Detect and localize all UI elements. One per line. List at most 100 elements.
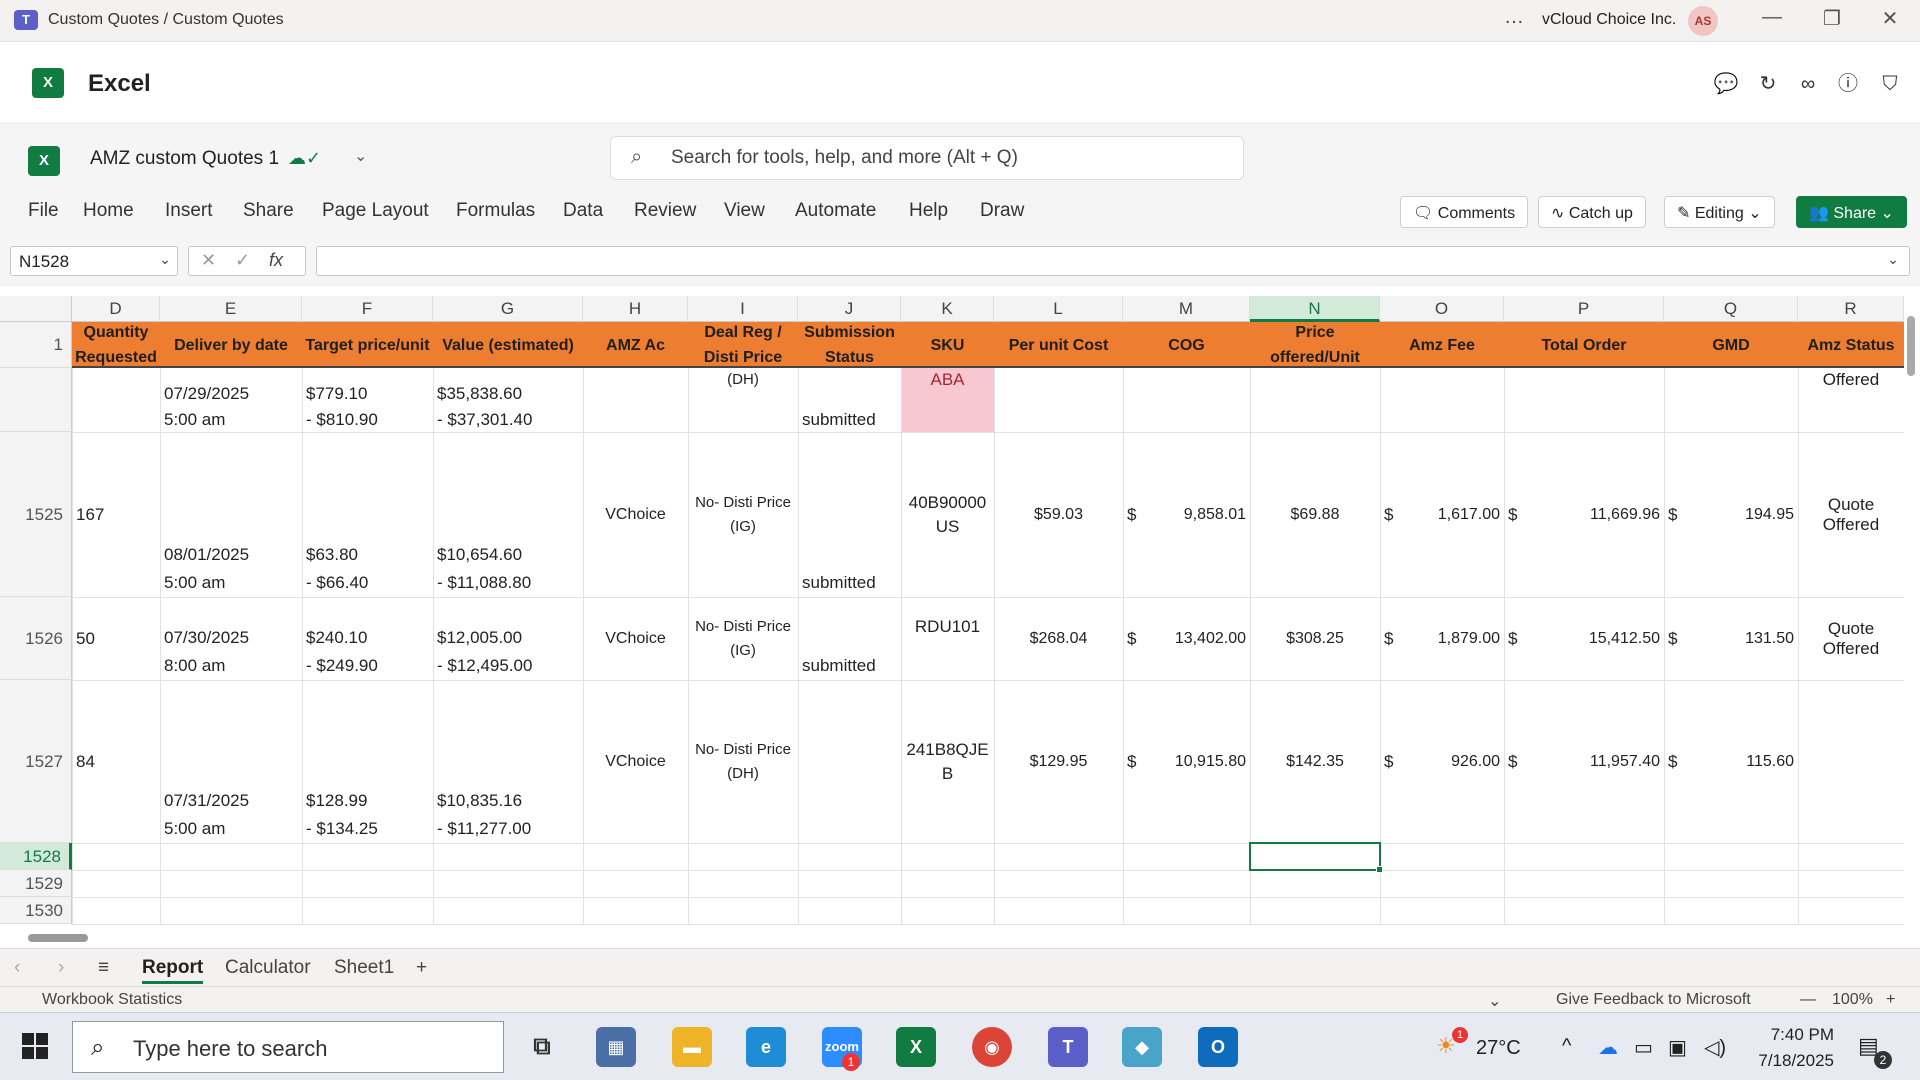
amz-account[interactable]: VChoice	[587, 503, 684, 527]
link-icon[interactable]: ∞	[1794, 70, 1822, 98]
header-cell-g[interactable]: Value (estimated)	[433, 322, 583, 368]
teams-taskbar-icon[interactable]: T	[1048, 1027, 1088, 1067]
menu-page-layout[interactable]: Page Layout	[322, 200, 429, 222]
sku[interactable]: 241B8QJE	[905, 738, 990, 762]
header-cell-d[interactable]: Quantity Requested	[72, 322, 160, 368]
sku[interactable]: 40B90000	[905, 491, 990, 515]
column-header-k[interactable]: K	[901, 296, 994, 322]
quantity[interactable]: 84	[76, 750, 156, 774]
catch-up-button[interactable]: ∿ Catch up	[1538, 196, 1646, 228]
comments-button[interactable]: 🗨 Comments	[1400, 196, 1529, 228]
sku-suffix[interactable]: B	[905, 762, 990, 786]
deliver-time[interactable]: 5:00 am	[164, 571, 298, 595]
row-header[interactable]: 1530	[0, 897, 72, 924]
value-low[interactable]: $10,654.60	[437, 543, 579, 567]
row-header[interactable]: 1528	[0, 843, 72, 870]
unit-cost[interactable]: $268.04	[998, 627, 1119, 651]
chevron-down-icon[interactable]: ⌄	[159, 251, 171, 268]
target-price-low[interactable]: $240.10	[306, 626, 429, 650]
target-price-high[interactable]: - $810.90	[306, 408, 429, 432]
target-price-high[interactable]: - $249.90	[306, 654, 429, 678]
deliver-date[interactable]: 07/31/2025	[164, 789, 298, 813]
value-low[interactable]: $35,838.60	[437, 382, 579, 406]
vertical-scrollbar[interactable]	[1904, 286, 1918, 936]
task-view-icon[interactable]: ⧉	[522, 1027, 562, 1067]
sku[interactable]: RDU101	[905, 615, 990, 639]
prev-sheet-icon[interactable]: ‹	[14, 957, 20, 979]
value-high[interactable]: - $37,301.40	[437, 408, 579, 432]
share-button[interactable]: 👥 Share ⌄	[1796, 196, 1907, 228]
taskbar-search[interactable]: ⌕ Type here to search	[72, 1021, 504, 1073]
excel-taskbar-icon[interactable]: X	[896, 1027, 936, 1067]
menu-formulas[interactable]: Formulas	[456, 200, 535, 222]
deliver-time[interactable]: 5:00 am	[164, 817, 298, 841]
unit-cost[interactable]: $59.03	[998, 503, 1119, 527]
header-cell-j[interactable]: Submission Status	[798, 322, 901, 368]
fill-handle[interactable]	[1376, 866, 1383, 873]
price-offered[interactable]: $308.25	[1254, 627, 1376, 651]
total-order[interactable]: 15,412.50	[1508, 627, 1660, 651]
price-offered[interactable]: $69.88	[1254, 503, 1376, 527]
amz-fee[interactable]: 1,617.00	[1384, 503, 1500, 527]
amz-status-detail[interactable]: Offered	[1802, 637, 1900, 661]
menu-review[interactable]: Review	[634, 200, 696, 222]
column-header-n[interactable]: N	[1250, 296, 1380, 322]
gmd[interactable]: 115.60	[1668, 750, 1794, 774]
amz-status[interactable]: Offered	[1802, 368, 1900, 392]
amz-status-detail[interactable]	[1802, 760, 1900, 784]
target-price-high[interactable]: - $134.25	[306, 817, 429, 841]
tab-calculator[interactable]: Calculator	[225, 957, 311, 979]
calculator-app-icon[interactable]: ▦	[596, 1027, 636, 1067]
refresh-icon[interactable]: ↻	[1754, 70, 1782, 98]
windows-start-icon[interactable]	[22, 1033, 48, 1059]
cog[interactable]: 13,402.00	[1127, 627, 1246, 651]
header-cell-r[interactable]: Amz Status	[1798, 322, 1904, 368]
formula-input[interactable]: ⌄	[316, 246, 1910, 276]
search-box[interactable]: ⌕	[610, 136, 1244, 180]
target-price-low[interactable]: $779.10	[306, 382, 429, 406]
header-cell-p[interactable]: Total Order	[1504, 322, 1664, 368]
deal-reg[interactable]: No- Disti Price	[692, 738, 794, 762]
column-header-h[interactable]: H	[583, 296, 688, 322]
restore-icon[interactable]: ❐	[1812, 6, 1852, 31]
header-cell-k[interactable]: SKU	[901, 322, 994, 368]
row-header[interactable]: 1527	[0, 680, 72, 843]
value-high[interactable]: - $12,495.00	[437, 654, 579, 678]
value-low[interactable]: $12,005.00	[437, 626, 579, 650]
clock-date[interactable]: 7/18/2025	[1754, 1051, 1834, 1071]
info-icon[interactable]: ⓘ	[1834, 70, 1862, 98]
edge-browser-icon[interactable]: e	[746, 1027, 786, 1067]
column-header-p[interactable]: P	[1504, 296, 1664, 322]
close-icon[interactable]: ✕	[1870, 6, 1910, 31]
row-header[interactable]: 1526	[0, 597, 72, 680]
menu-home[interactable]: Home	[83, 200, 134, 222]
column-header-e[interactable]: E	[160, 296, 302, 322]
row-header[interactable]	[0, 368, 72, 432]
menu-automate[interactable]: Automate	[795, 200, 876, 222]
header-cell-n[interactable]: Price offered/Unit	[1250, 322, 1380, 368]
editing-mode-button[interactable]: ✎ Editing ⌄	[1664, 196, 1775, 228]
submission-status[interactable]: submitted	[802, 654, 897, 678]
clock-time[interactable]: 7:40 PM	[1754, 1025, 1834, 1045]
menu-insert[interactable]: Insert	[165, 200, 213, 222]
amz-account[interactable]: VChoice	[587, 750, 684, 774]
deliver-date[interactable]: 07/29/2025	[164, 382, 298, 406]
zoom-in-icon[interactable]: +	[1886, 991, 1895, 1009]
expand-formula-icon[interactable]: ⌄	[1887, 251, 1899, 268]
horizontal-scrollbar[interactable]	[0, 928, 1904, 948]
enter-icon[interactable]: ✓	[235, 250, 250, 271]
price-offered[interactable]: $142.35	[1254, 750, 1376, 774]
header-cell-i[interactable]: Deal Reg / Disti Price	[688, 322, 798, 368]
header-cell-f[interactable]: Target price/unit	[302, 322, 433, 368]
cog[interactable]: 9,858.01	[1127, 503, 1246, 527]
submission-status[interactable]: submitted	[802, 408, 897, 432]
more-options-icon[interactable]: …	[1504, 6, 1525, 29]
battery-icon[interactable]: ▭	[1634, 1035, 1653, 1060]
deliver-time[interactable]: 8:00 am	[164, 654, 298, 678]
column-header-f[interactable]: F	[302, 296, 433, 322]
unit-cost[interactable]: $129.95	[998, 750, 1119, 774]
document-name[interactable]: AMZ custom Quotes 1	[90, 148, 279, 170]
deliver-time[interactable]: 5:00 am	[164, 408, 298, 432]
row-header[interactable]: 1529	[0, 870, 72, 897]
amz-account[interactable]: VChoice	[587, 627, 684, 651]
